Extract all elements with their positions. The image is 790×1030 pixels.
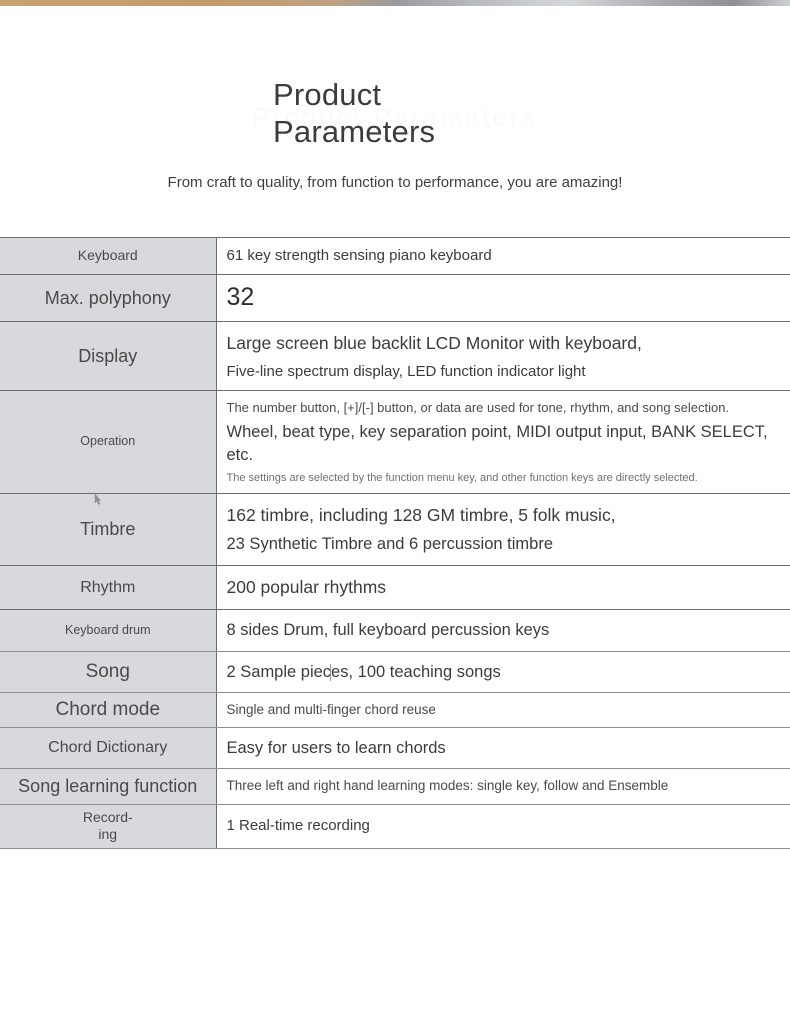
spec-label: Timbre	[80, 518, 136, 539]
spec-value-cell: Easy for users to learn chords	[216, 727, 790, 770]
spec-label-cell: Display	[0, 321, 217, 391]
spec-row: Chord Dictionary Easy for users to learn …	[0, 727, 790, 770]
spec-label: Chord Dictionary	[48, 739, 168, 757]
spec-label: Record-ing	[82, 808, 133, 843]
spec-row: Record-ing 1 Real-time recording	[0, 803, 790, 849]
spec-row: Song 2 Sample pieces, 100 teaching songs	[0, 650, 790, 693]
spec-value-line: Large screen blue backlit LCD Monitor wi…	[226, 333, 642, 353]
spec-value-line: 2 Sample pieces, 100 teaching songs	[226, 662, 501, 681]
spec-value-cell: Single and multi-finger chord reuse	[216, 691, 790, 729]
spec-value-cell: 1 Real-time recording	[216, 803, 790, 849]
spec-value-line: The number button, [+]/[-] button, or da…	[226, 399, 730, 415]
spec-label: Max. polyphony	[44, 287, 171, 308]
spec-value-line: Single and multi-finger chord reuse	[226, 701, 436, 717]
spec-value-cell: 162 timbre, including 128 GM timbre, 5 f…	[216, 492, 790, 566]
specification-table-body: Keyboard 61 key strength sensing piano ke…	[0, 236, 790, 849]
spec-value-line: 23 Synthetic Timbre and 6 percussion tim…	[226, 535, 554, 554]
spec-label: Keyboard	[77, 247, 138, 264]
spec-label: Display	[78, 345, 138, 366]
spec-value-cell: 2 Sample pieces, 100 teaching songs	[216, 650, 790, 693]
spec-label: Operation	[80, 434, 136, 449]
spec-value-line: 61 key strength sensing piano keyboard	[226, 247, 492, 264]
page-title: Product Parameters	[273, 77, 436, 149]
spec-row: Display Large screen blue backlit LCD Mon…	[0, 321, 790, 391]
spec-value-line: 8 sides Drum, full keyboard percussion k…	[226, 621, 550, 640]
spec-value-line: 1 Real-time recording	[226, 816, 370, 834]
spec-value-cell: 61 key strength sensing piano keyboard	[216, 236, 790, 276]
spec-label-cell: Chord mode	[0, 691, 217, 729]
spec-label-cell: Keyboard	[0, 236, 217, 276]
spec-label-cell: Keyboard drum	[0, 609, 217, 652]
spec-row: Max. polyphony 32	[0, 274, 790, 322]
spec-value-cell: Large screen blue backlit LCD Monitor wi…	[216, 321, 790, 391]
page-title-wrap: Product Parameters	[273, 76, 525, 150]
spec-row: Timbre 162 timbre, including 128 GM timbr…	[0, 492, 790, 566]
spec-value-line: Five-line spectrum display, LED function…	[226, 362, 586, 380]
spec-row: Keyboard 61 key strength sensing piano ke…	[0, 236, 790, 276]
spec-label-cell: Chord Dictionary	[0, 727, 217, 770]
spec-value-cell: The number button, [+]/[-] button, or da…	[216, 389, 790, 494]
spec-label: Rhythm	[80, 578, 136, 596]
spec-value-line: 200 popular rhythms	[226, 576, 387, 597]
spec-value-line: The settings are selected by the functio…	[226, 471, 698, 484]
spec-row: Operation The number button, [+]/[-] butt…	[0, 389, 790, 494]
spec-value-line: Wheel, beat type, key separation point, …	[226, 423, 768, 464]
spec-label-cell: Timbre	[0, 492, 217, 566]
spec-row: Chord mode Single and multi-finger chord …	[0, 691, 790, 729]
spec-value-cell: 200 popular rhythms	[216, 564, 790, 611]
spec-label-cell: Song learning function	[0, 768, 217, 805]
spec-value-line: 162 timbre, including 128 GM timbre, 5 f…	[226, 504, 616, 525]
spec-label: Chord mode	[55, 699, 161, 721]
page-header: Product Parameters Product Parameters Fr…	[0, 6, 790, 237]
spec-label-cell: Max. polyphony	[0, 274, 217, 322]
specification-table: Keyboard 61 key strength sensing piano ke…	[0, 236, 790, 849]
spec-label: Keyboard drum	[65, 622, 151, 637]
spec-value-line: 32	[226, 283, 255, 312]
spec-value-cell: 32	[216, 274, 790, 322]
spec-label-cell: Song	[0, 650, 217, 693]
spec-row: Keyboard drum 8 sides Drum, full keyboard…	[0, 609, 790, 652]
spec-value-cell: Three left and right hand learning modes…	[216, 768, 790, 805]
spec-value-line: Easy for users to learn chords	[226, 739, 446, 758]
spec-label-cell: Record-ing	[0, 803, 217, 849]
spec-row: Rhythm 200 popular rhythms	[0, 564, 790, 611]
spec-label: Song learning function	[18, 776, 198, 797]
spec-row: Song learning function Three left and rig…	[0, 768, 790, 805]
page-subtitle: From craft to quality, from function to …	[167, 174, 623, 191]
spec-label: Song	[85, 660, 130, 682]
spec-value-cell: 8 sides Drum, full keyboard percussion k…	[216, 609, 790, 652]
spec-label-cell: Rhythm	[0, 564, 217, 611]
spec-label-cell: Operation	[0, 389, 217, 494]
spec-value-line: Three left and right hand learning modes…	[226, 778, 669, 794]
